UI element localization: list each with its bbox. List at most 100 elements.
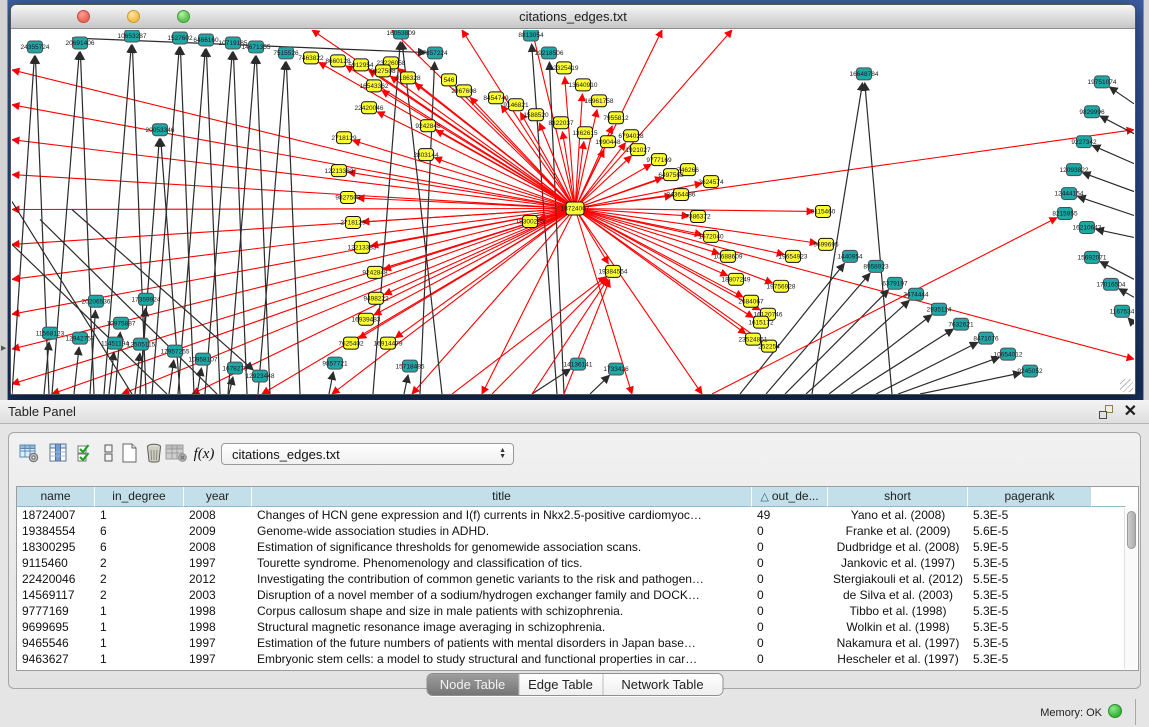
node-label: 19384554: [599, 269, 628, 276]
network-edge[interactable]: [1096, 229, 1134, 237]
network-edge[interactable]: [532, 279, 608, 394]
network-edge[interactable]: [865, 83, 892, 394]
network-edge[interactable]: [12, 209, 575, 210]
memory-status-dot: [1108, 704, 1122, 718]
table-cell: 0: [752, 635, 828, 651]
network-edge[interactable]: [1128, 318, 1134, 324]
column-header-short[interactable]: short: [828, 487, 968, 507]
function-builder-icon[interactable]: f(x): [192, 442, 216, 466]
network-edge[interactable]: [1100, 262, 1134, 280]
network-edge[interactable]: [377, 112, 575, 209]
network-edge[interactable]: [806, 300, 909, 394]
network-edge[interactable]: [532, 369, 570, 394]
tab-node-table[interactable]: Node Table: [427, 674, 518, 695]
window-resize-grip[interactable]: [1120, 379, 1133, 392]
network-edge[interactable]: [575, 209, 1134, 360]
network-edge[interactable]: [286, 62, 300, 394]
column-header-name[interactable]: name: [17, 487, 95, 507]
column-visibility-icon[interactable]: [46, 442, 70, 466]
table-row[interactable]: 1456911722003Disruption of a novel membe…: [17, 587, 1138, 603]
table-mode-icon[interactable]: [17, 442, 41, 466]
table-cell: Estimation of significance thresholds fo…: [252, 539, 752, 555]
float-panel-icon[interactable]: [1099, 405, 1113, 419]
close-panel-icon[interactable]: ✕: [1124, 405, 1137, 419]
citation-network-graph[interactable]: 1872400724355724206914061065328715276026…: [12, 30, 1134, 394]
network-edge[interactable]: [1109, 87, 1134, 104]
zoom-window-button[interactable]: [177, 10, 190, 23]
node-label: 546: [444, 77, 455, 84]
table-row[interactable]: 1872400712008Changes of HCN gene express…: [17, 507, 1138, 523]
network-edge[interactable]: [1092, 145, 1134, 163]
network-edge[interactable]: [1078, 196, 1134, 215]
network-edge[interactable]: [169, 360, 174, 394]
minimize-window-button[interactable]: [127, 10, 140, 23]
node-label: 12213383: [325, 168, 354, 175]
table-cell: Tibbo et al. (1998): [828, 603, 968, 619]
column-header-in_degree[interactable]: in_degree: [95, 487, 184, 507]
table-row[interactable]: 1938455462009Genome-wide association stu…: [17, 523, 1138, 539]
network-edge[interactable]: [590, 375, 610, 394]
network-edge[interactable]: [1119, 289, 1134, 298]
sort-ascending-icon: △: [760, 491, 768, 503]
table-row[interactable]: 977716911998Corpus callosum shape and si…: [17, 603, 1138, 619]
network-edge[interactable]: [404, 375, 408, 394]
table-row[interactable]: 946362711997Embryonic stem cells: a mode…: [17, 651, 1138, 667]
scrollbar-thumb[interactable]: [1127, 511, 1136, 549]
node-label: 1527602: [167, 35, 193, 42]
new-column-icon[interactable]: [117, 442, 141, 466]
table-row[interactable]: 1830029562008Estimation of significance …: [17, 539, 1138, 555]
node-label: 17359924: [132, 296, 161, 303]
network-edge[interactable]: [920, 373, 1021, 394]
network-edge[interactable]: [152, 47, 179, 394]
expand-panel-arrow-icon[interactable]: ▶: [1, 344, 6, 352]
table-selector-dropdown[interactable]: citations_edges.txt ▲▼: [221, 443, 514, 465]
network-edge[interactable]: [12, 175, 575, 209]
table-cell: 1997: [184, 635, 252, 651]
table-header-row: namein_degreeyeartitle△out_de...shortpag…: [17, 487, 1138, 507]
table-cell: Jankovic et al. (1997): [828, 555, 968, 571]
network-edge[interactable]: [72, 210, 253, 371]
network-edge[interactable]: [575, 209, 753, 318]
network-edge[interactable]: [206, 49, 220, 394]
tab-edge-table[interactable]: Edge Table: [518, 674, 602, 695]
network-edge[interactable]: [564, 280, 610, 394]
delete-table-icon[interactable]: [164, 442, 188, 466]
network-edge[interactable]: [575, 130, 1134, 209]
table-row[interactable]: 911546021997Tourette syndrome. Phenomeno…: [17, 555, 1138, 571]
table-row[interactable]: 2242004622012Investigating the contribut…: [17, 571, 1138, 587]
network-edge[interactable]: [785, 290, 889, 394]
node-label: 12505115: [127, 341, 156, 348]
network-edge[interactable]: [256, 56, 270, 394]
network-edge[interactable]: [549, 62, 564, 394]
node-label: 9827508: [335, 195, 361, 202]
network-edge[interactable]: [12, 140, 575, 209]
network-edge[interactable]: [329, 372, 333, 394]
network-edge[interactable]: [712, 218, 1057, 394]
column-header-title[interactable]: title: [252, 487, 752, 507]
vertical-scrollbar[interactable]: [1124, 508, 1137, 669]
table-row[interactable]: 969969511998Structural magnetic resonanc…: [17, 619, 1138, 635]
node-label: 12444154: [1055, 191, 1084, 198]
network-edge[interactable]: [575, 196, 672, 209]
network-edge[interactable]: [233, 52, 247, 394]
network-edge[interactable]: [74, 347, 79, 394]
node-label: 12923448: [246, 373, 275, 380]
column-header-out_de[interactable]: △out_de...: [752, 487, 828, 507]
table-cell: Nakamura et al. (1997): [828, 635, 968, 651]
network-edge[interactable]: [452, 277, 606, 394]
network-edge[interactable]: [575, 156, 631, 209]
network-edge[interactable]: [228, 56, 255, 394]
tab-network-table[interactable]: Network Table: [602, 674, 722, 695]
select-columns-icon[interactable]: [74, 442, 98, 466]
node-label: 24355724: [21, 44, 50, 51]
delete-column-icon[interactable]: [142, 442, 166, 466]
network-edge[interactable]: [1082, 173, 1134, 192]
network-edge[interactable]: [12, 70, 575, 209]
network-canvas[interactable]: 1872400724355724206914061065328715276026…: [12, 30, 1134, 394]
column-header-pagerank[interactable]: pagerank: [968, 487, 1092, 507]
close-window-button[interactable]: [77, 10, 90, 23]
network-edge[interactable]: [1100, 116, 1134, 134]
network-window-titlebar[interactable]: citations_edges.txt: [11, 5, 1135, 29]
table-row[interactable]: 946554611997Estimation of the future num…: [17, 635, 1138, 651]
column-header-year[interactable]: year: [184, 487, 252, 507]
